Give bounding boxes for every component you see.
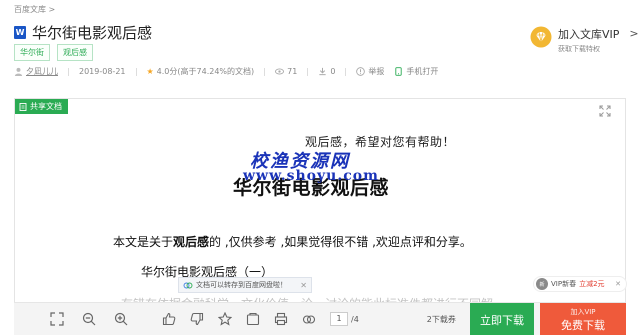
- thumbs-up-icon[interactable]: [162, 312, 176, 326]
- breadcrumb[interactable]: 百度文库 >: [14, 4, 55, 15]
- action-icons: [162, 312, 316, 326]
- intro-prefix: 本文是关于: [113, 235, 174, 249]
- download-count: 0: [318, 67, 335, 76]
- netdisk-tip-text: 文档可以转存到百度网盘啦！: [196, 281, 287, 289]
- author-name: 夕凪儿儿: [26, 67, 58, 76]
- bottom-toolbar: 1 /4 2下载券 立即下载 加入VIP 免费下载: [14, 302, 626, 335]
- view-count-value: 71: [287, 67, 298, 76]
- chevron-right-icon: >: [629, 27, 639, 40]
- download-count-value: 0: [330, 67, 336, 76]
- page-number-input[interactable]: 1: [330, 312, 348, 326]
- report-label: 举报: [368, 67, 385, 76]
- vip-free-download-button[interactable]: 加入VIP 免费下载: [540, 303, 626, 335]
- tag-item[interactable]: 华尔街: [14, 44, 50, 61]
- close-icon[interactable]: ✕: [300, 281, 307, 290]
- divider: [345, 67, 347, 76]
- divider: [307, 67, 309, 76]
- collection-icon[interactable]: [246, 312, 260, 326]
- vip-promo-label: VIP新春: [551, 280, 577, 288]
- cloud-icon: [183, 282, 193, 289]
- download-button-label: 立即下载: [480, 313, 524, 327]
- tag-list: 华尔街 观后感: [14, 44, 93, 61]
- zoom-in-icon[interactable]: [114, 312, 128, 326]
- vip-promo-discount: 立减2元: [579, 280, 605, 288]
- doc-icon: [19, 102, 27, 111]
- download-icon: [319, 67, 326, 76]
- star-icon: ★: [146, 67, 154, 76]
- rating: ★ 4.0分(高于74.24%的文档): [147, 66, 255, 77]
- vip-text: 加入文库VIP 获取下载特权: [558, 26, 619, 54]
- doc-meta: 夕凪儿儿 2019-08-21 ★ 4.0分(高于74.24%的文档) 71 0…: [14, 66, 438, 77]
- mobile-open-link[interactable]: 手机打开: [394, 66, 438, 77]
- shared-doc-badge: 共享文档: [15, 99, 68, 114]
- join-vip-banner[interactable]: 加入文库VIP 获取下载特权 >: [530, 26, 639, 54]
- page-navigator: 1 /4: [330, 312, 359, 326]
- upload-date: 2019-08-21: [79, 67, 126, 76]
- user-icon: [14, 67, 23, 76]
- report-link[interactable]: 举报: [356, 66, 384, 77]
- netdisk-tooltip[interactable]: 文档可以转存到百度网盘啦！ ✕: [178, 277, 312, 293]
- divider: [264, 67, 266, 76]
- fullscreen-icon[interactable]: [599, 105, 611, 117]
- page-title: 华尔街电影观后感: [32, 24, 153, 42]
- divider: [135, 67, 137, 76]
- warning-icon: [356, 67, 366, 76]
- doc-title-row: W 华尔街电影观后感: [14, 22, 152, 43]
- voucher-cost: 2下载券: [426, 314, 456, 324]
- vip-subtitle: 获取下载特权: [558, 45, 600, 53]
- cloud-save-icon[interactable]: [302, 312, 316, 326]
- phone-icon: [395, 67, 403, 76]
- word-doc-icon: W: [14, 26, 26, 39]
- vip-button-small-label: 加入VIP: [570, 307, 596, 316]
- vip-button-main-label: 免费下载: [561, 318, 605, 332]
- watermark-url: www.shoyu.com: [243, 168, 379, 184]
- tag-item[interactable]: 观后感: [57, 44, 93, 61]
- download-button[interactable]: 立即下载: [470, 303, 534, 335]
- shared-doc-label: 共享文档: [30, 102, 62, 111]
- zoom-controls: [50, 312, 128, 326]
- author-link[interactable]: 夕凪儿儿: [14, 66, 58, 77]
- vip-title: 加入文库VIP: [558, 28, 620, 41]
- print-icon[interactable]: [274, 312, 288, 326]
- page-total: /4: [351, 314, 359, 324]
- star-icon[interactable]: [218, 312, 232, 326]
- doc-intro: 本文是关于观后感的 ,仅供参考 ,如果觉得很不错 ,欢迎点评和分享。: [113, 233, 472, 250]
- eye-icon: [275, 68, 285, 75]
- document-viewer[interactable]: 共享文档 观后感，希望对您有帮助！ 华尔街电影观后感 校渔资源网 www.sho…: [14, 98, 626, 335]
- zoom-out-icon[interactable]: [82, 312, 96, 326]
- diamond-icon: [530, 26, 552, 48]
- intro-suffix: 的 ,仅供参考 ,如果觉得很不错 ,欢迎点评和分享。: [209, 235, 472, 249]
- vip-promo-pill[interactable]: 新 VIP新春 立减2元 ✕: [533, 276, 627, 292]
- fit-screen-icon[interactable]: [50, 312, 64, 326]
- thumbs-down-icon[interactable]: [190, 312, 204, 326]
- divider: [68, 67, 69, 76]
- rating-text: 4.0分(高于74.24%的文档): [156, 67, 255, 76]
- close-icon[interactable]: ✕: [615, 280, 621, 288]
- view-count: 71: [275, 67, 297, 76]
- intro-keyword: 观后感: [173, 235, 210, 249]
- new-badge-icon: 新: [536, 278, 548, 290]
- mobile-open-label: 手机打开: [406, 67, 439, 76]
